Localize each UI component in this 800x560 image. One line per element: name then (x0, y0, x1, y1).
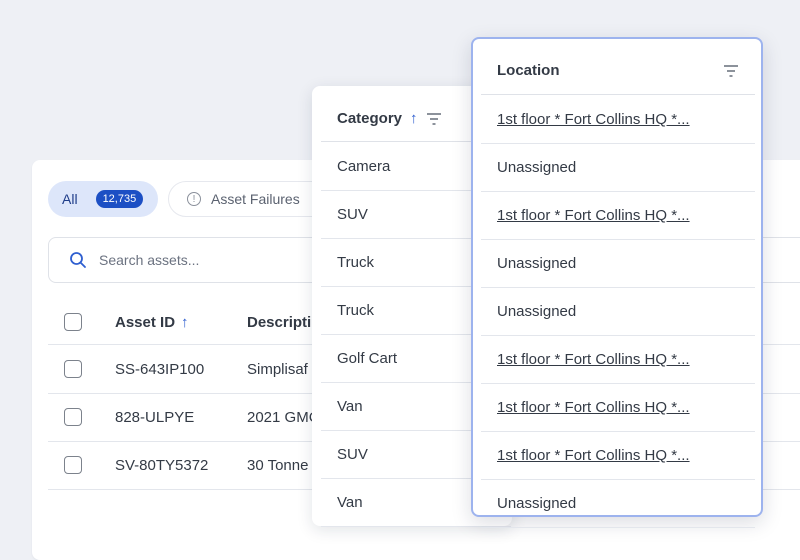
location-cell: Unassigned (481, 144, 755, 192)
location-link[interactable]: 1st floor * Fort Collins HQ *... (497, 111, 690, 128)
column-header-asset-id-label: Asset ID (115, 313, 176, 331)
location-link[interactable]: 1st floor * Fort Collins HQ *... (497, 447, 690, 464)
select-all-checkbox[interactable] (64, 313, 82, 331)
location-cell: Unassigned (481, 480, 755, 528)
row-checkbox[interactable] (64, 360, 82, 378)
column-header-category-label: Category (337, 110, 403, 127)
filter-all-label: All (62, 191, 78, 207)
location-link[interactable]: 1st floor * Fort Collins HQ *... (497, 399, 690, 416)
row-checkbox[interactable] (64, 456, 82, 474)
location-cell: Unassigned (481, 288, 755, 336)
row-checkbox[interactable] (64, 408, 82, 426)
location-column-card: Location 1st floor * Fort Collins HQ *..… (471, 37, 763, 528)
sort-ascending-icon[interactable]: ↑ (410, 110, 418, 127)
asset-id-cell: 828-ULPYE (115, 408, 195, 426)
filter-icon[interactable] (723, 64, 739, 78)
sort-ascending-icon[interactable]: ↑ (181, 314, 189, 331)
filter-icon[interactable] (426, 112, 442, 126)
asset-id-cell: SV-80TY5372 (115, 456, 209, 474)
location-cell: 1st floor * Fort Collins HQ *... (481, 96, 755, 144)
location-link[interactable]: 1st floor * Fort Collins HQ *... (497, 207, 690, 224)
asset-id-cell: SS-643IP100 (115, 360, 205, 378)
search-icon (70, 252, 86, 268)
info-icon: ! (187, 192, 201, 206)
location-cell: 1st floor * Fort Collins HQ *... (481, 192, 755, 240)
filter-all-pill[interactable]: All 12,735 (48, 181, 158, 217)
column-header-location-label: Location (497, 62, 560, 79)
location-cell: 1st floor * Fort Collins HQ *... (481, 432, 755, 480)
location-cell: 1st floor * Fort Collins HQ *... (481, 384, 755, 432)
filter-asset-failures-label: Asset Failures (211, 191, 300, 207)
location-cell: 1st floor * Fort Collins HQ *... (481, 336, 755, 384)
location-link[interactable]: 1st floor * Fort Collins HQ *... (497, 351, 690, 368)
column-header-location[interactable]: Location (481, 47, 755, 95)
filter-all-count-badge: 12,735 (95, 190, 144, 208)
column-header-asset-id[interactable]: Asset ID ↑ (115, 314, 247, 331)
location-cell: Unassigned (481, 240, 755, 288)
